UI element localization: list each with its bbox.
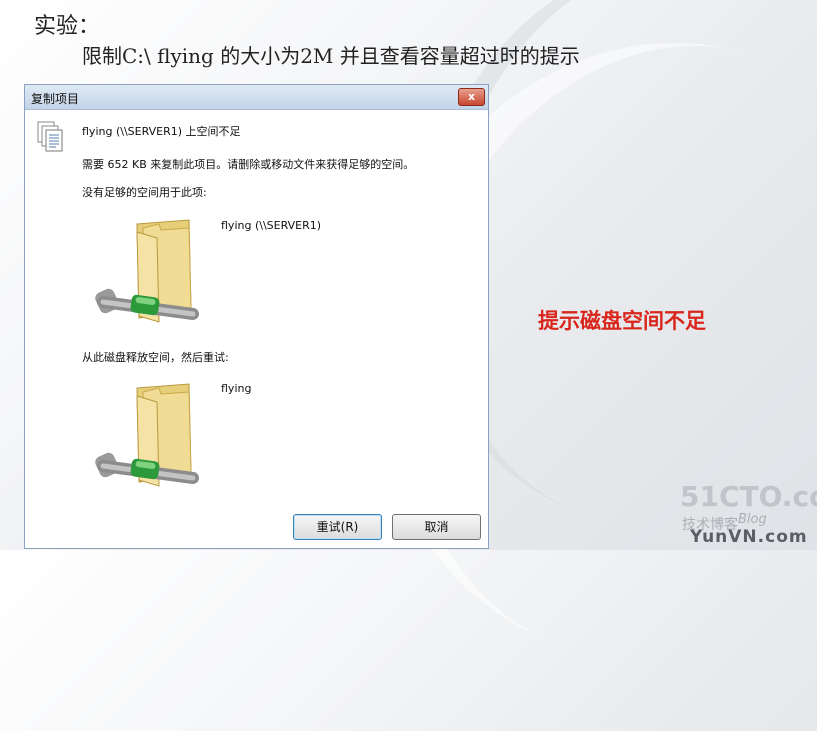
document-icon — [37, 121, 63, 152]
watermark-site: YunVN.com — [690, 527, 808, 547]
close-icon: x — [467, 90, 476, 103]
copy-items-dialog: 复制项目 x flying (\\SERVER1) 上空间不足 需要 652 K… — [24, 84, 489, 549]
close-button[interactable]: x — [458, 88, 485, 106]
cancel-button[interactable]: 取消 — [392, 514, 481, 540]
network-folder-icon[interactable] — [93, 218, 203, 330]
watermark-logo: 51CTO.com — [680, 480, 817, 513]
slide-subtitle: 限制C:\ flying 的大小为2M 并且查看容量超过时的提示 — [82, 44, 580, 68]
retry-button[interactable]: 重试(R) — [293, 514, 382, 540]
item-name-server: flying (\\SERVER1) — [221, 219, 322, 232]
dialog-titlebar[interactable]: 复制项目 x — [25, 85, 488, 110]
network-folder-icon[interactable] — [93, 382, 203, 494]
watermark-blog: Blog — [738, 512, 767, 527]
section-label-free-space: 从此磁盘释放空间，然后重试: — [82, 351, 229, 364]
section-label-no-space: 没有足够的空间用于此项: — [82, 186, 207, 199]
annotation-text: 提示磁盘空间不足 — [538, 309, 706, 333]
dialog-message: 需要 652 KB 来复制此项目。请删除或移动文件来获得足够的空间。 — [82, 158, 415, 171]
dialog-heading: flying (\\SERVER1) 上空间不足 — [82, 125, 241, 138]
item-name-flying: flying — [221, 382, 252, 395]
slide-title: 实验： — [34, 14, 101, 39]
dialog-title: 复制项目 — [31, 92, 80, 106]
